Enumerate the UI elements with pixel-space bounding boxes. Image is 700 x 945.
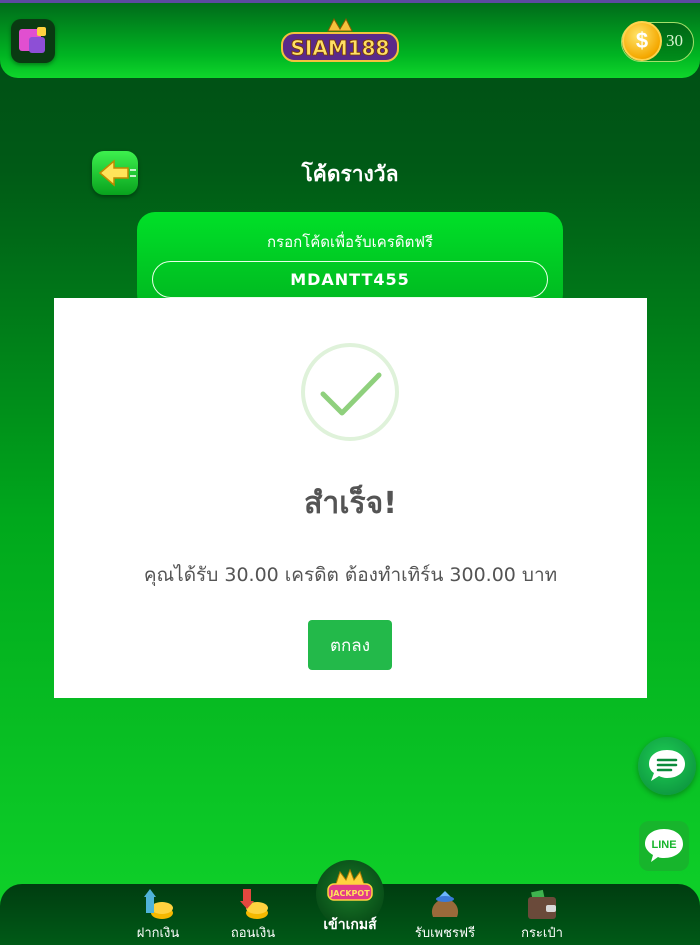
promo-code-input[interactable]	[152, 261, 548, 298]
success-dialog: สำเร็จ! คุณได้รับ 30.00 เครดิต ต้องทำเทิ…	[54, 298, 647, 698]
nav-wallet-label: กระเป๋า	[521, 926, 563, 941]
withdraw-icon	[240, 889, 268, 919]
diamond-bag-icon	[431, 891, 459, 917]
redeem-card: กรอกโค้ดเพื่อรับเครดิตฟรี	[137, 212, 563, 312]
svg-text:SIAM188: SIAM188	[291, 36, 390, 60]
svg-text:JACKPOT: JACKPOT	[329, 889, 370, 898]
nav-free-diamonds-label: รับเพชรฟรี	[414, 926, 476, 941]
redeem-label: กรอกโค้ดเพื่อรับเครดิตฟรี	[266, 233, 434, 251]
top-bar: SIAM188 $ 30	[0, 0, 700, 78]
wallet-icon	[528, 889, 556, 919]
dialog-title: สำเร็จ!	[304, 486, 397, 521]
svg-text:LINE: LINE	[651, 839, 676, 851]
nav-withdraw-label: ถอนเงิน	[230, 926, 276, 941]
coin-icon: $	[622, 21, 662, 61]
coin-balance-value: 30	[666, 31, 683, 50]
nav-withdraw[interactable]: ถอนเงิน	[213, 884, 293, 945]
success-check-icon	[301, 343, 399, 441]
menu-button[interactable]	[11, 19, 55, 63]
coin-balance[interactable]: $ 30	[621, 21, 694, 62]
page-title: โค้ดรางวัล	[301, 162, 399, 186]
jackpot-icon: JACKPOT	[327, 868, 373, 901]
nav-enter-game-label: เข้าเกมส์	[323, 917, 377, 933]
line-icon: LINE	[645, 829, 683, 862]
chat-icon	[649, 750, 685, 781]
nav-wallet[interactable]: กระเป๋า	[502, 884, 582, 945]
nav-deposit-label: ฝากเงิน	[136, 926, 180, 941]
dialog-message: คุณได้รับ 30.00 เครดิต ต้องทำเทิร์น 300.…	[143, 564, 558, 586]
chat-button[interactable]	[638, 737, 696, 795]
line-button[interactable]: LINE	[639, 821, 689, 871]
confirm-button[interactable]: ตกลง	[308, 620, 392, 670]
site-logo[interactable]: SIAM188	[278, 15, 402, 67]
nav-deposit[interactable]: ฝากเงิน	[118, 884, 198, 945]
nav-free-diamonds[interactable]: รับเพชรฟรี	[405, 884, 485, 945]
apps-icon	[19, 27, 46, 53]
deposit-icon	[144, 889, 173, 919]
